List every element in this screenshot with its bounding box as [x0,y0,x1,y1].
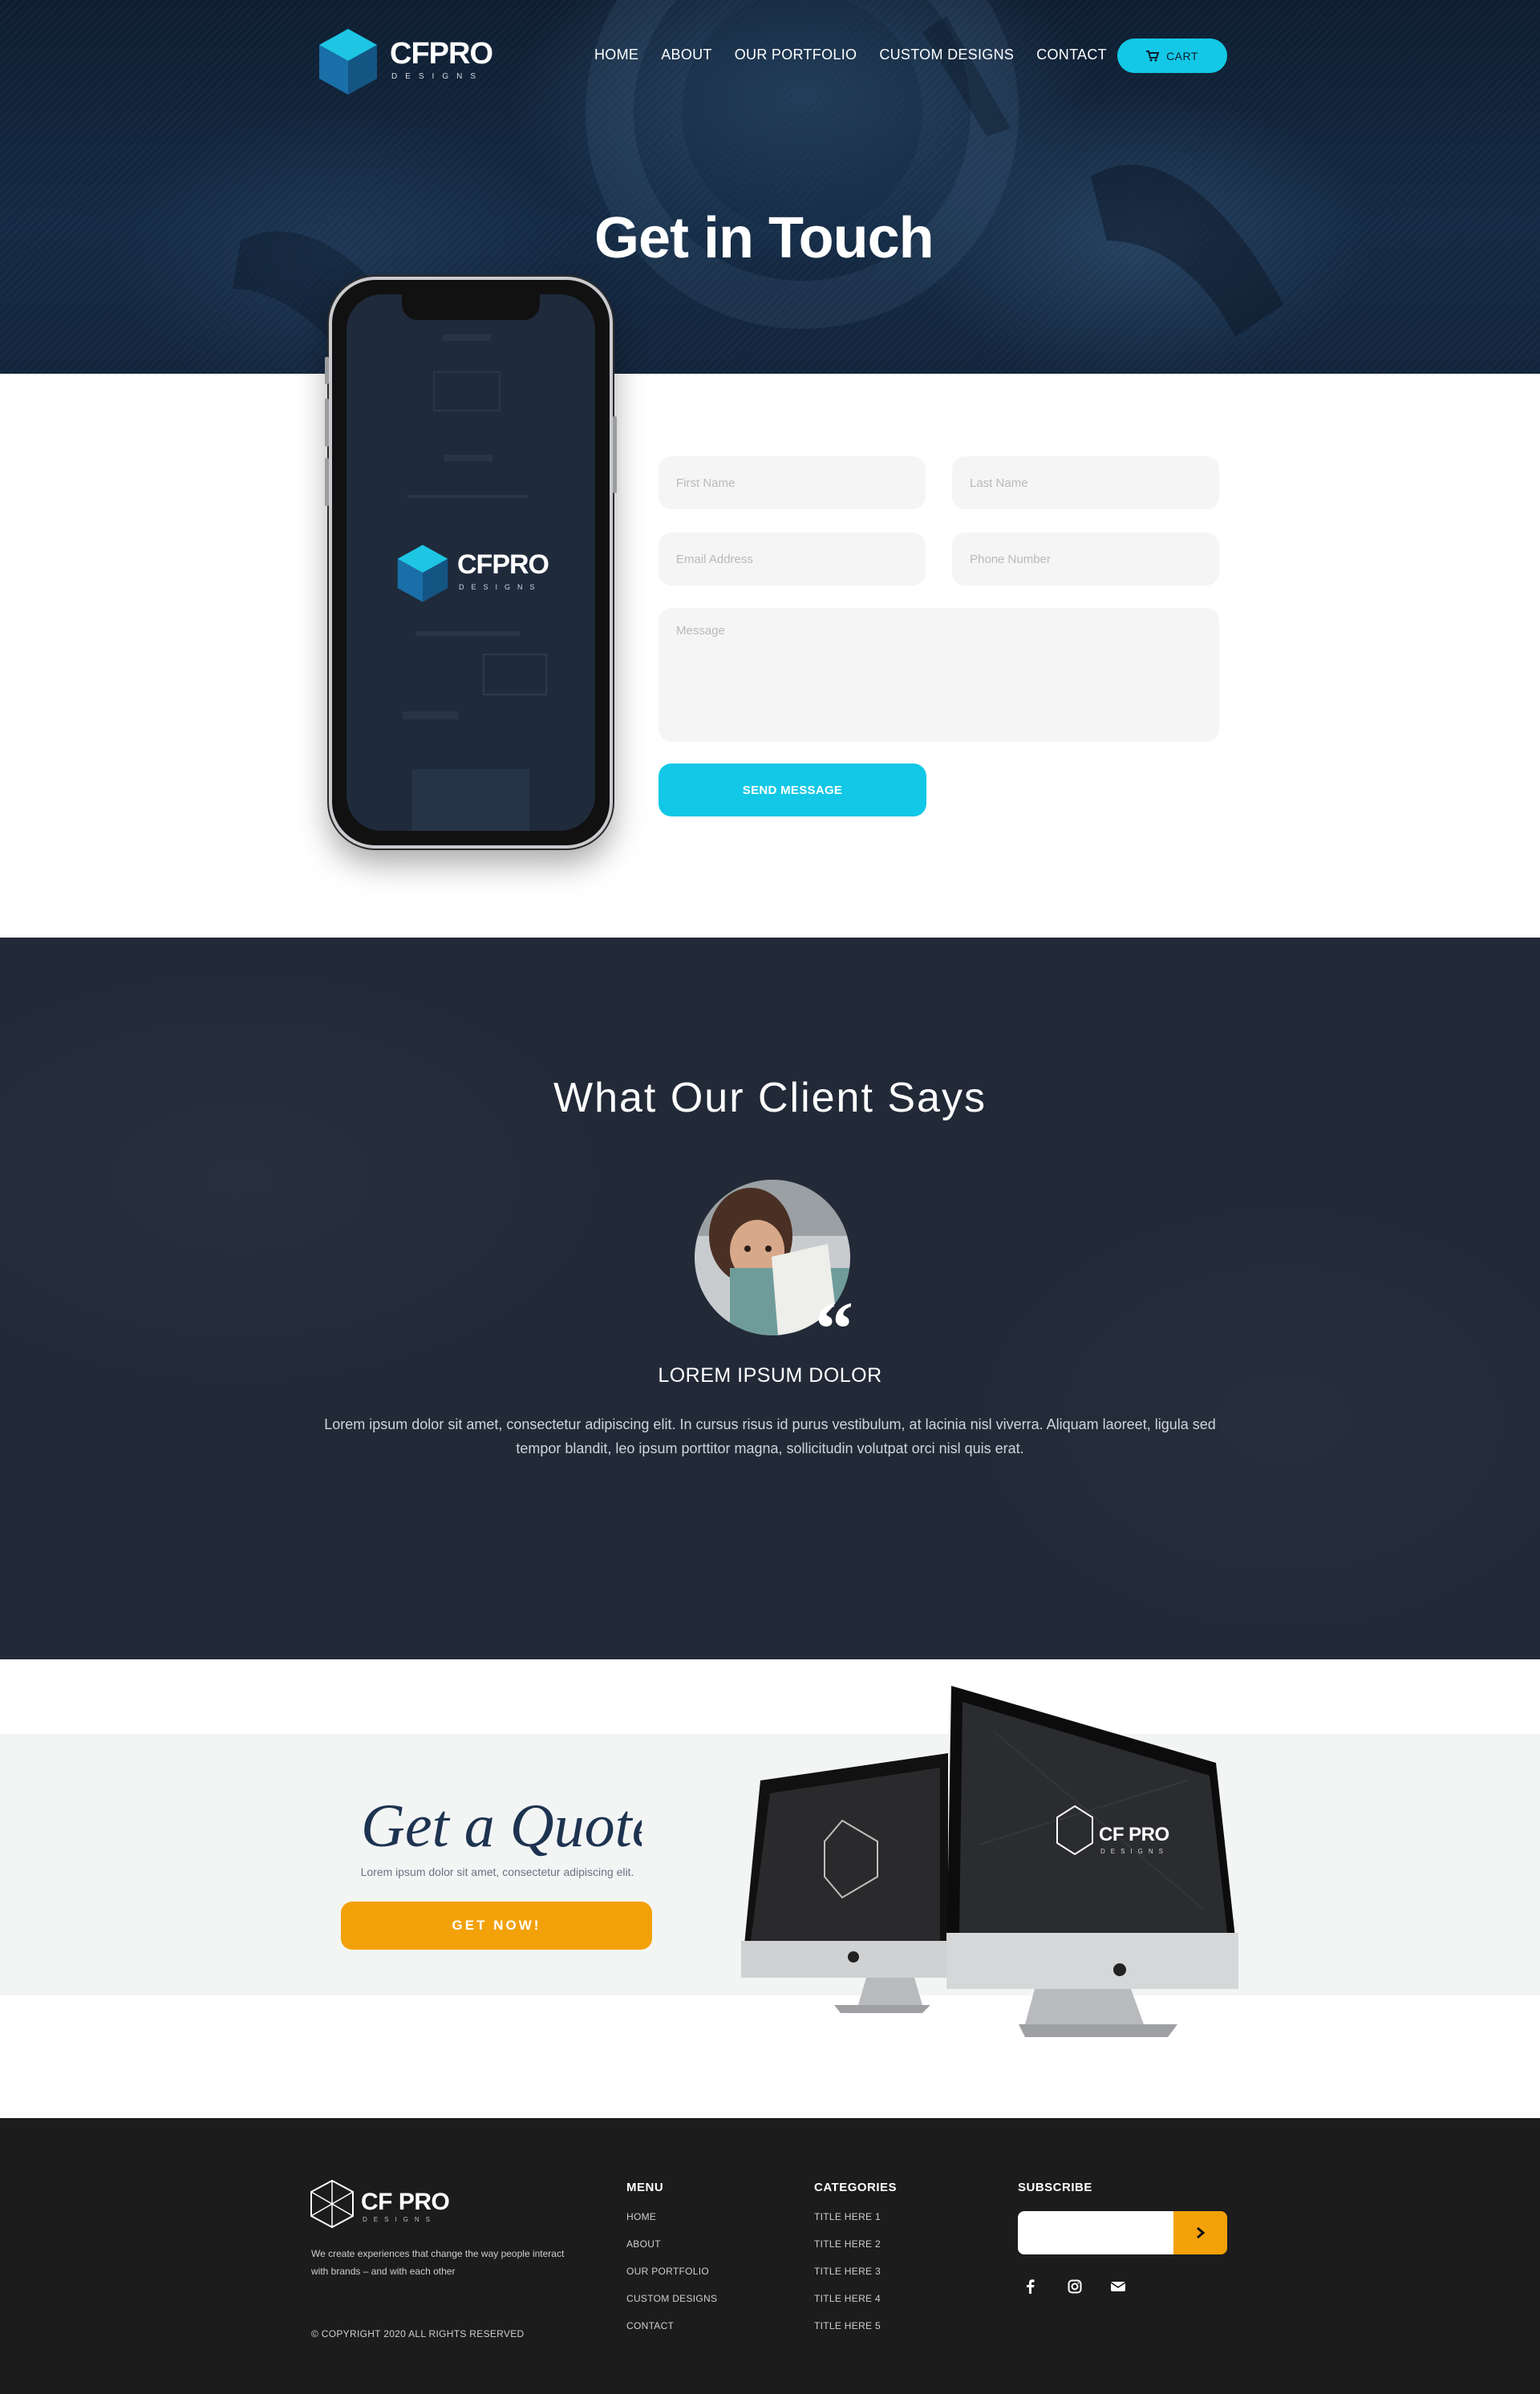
monitor-brand-tagline: DESIGNS [1100,1848,1169,1855]
subscribe-email-input[interactable] [1018,2211,1173,2254]
cart-icon [1146,50,1160,61]
message-field[interactable] [659,608,1219,742]
chevron-right-icon [1196,2226,1205,2239]
phone-volume-up [325,399,329,447]
phone-screen: CFPRO DESIGNS [346,294,595,831]
footer-description: We create experiences that change the wa… [311,2248,565,2277]
footer-menu-home[interactable]: HOME [626,2211,717,2238]
screen-ghost-image [412,769,529,831]
screen-ghost-bar [403,711,459,719]
email-link[interactable] [1107,2275,1129,2298]
nav-our-portfolio[interactable]: OUR PORTFOLIO [735,47,857,63]
monitor-brand-name: CF PRO [1099,1824,1169,1845]
footer-menu-heading: MENU [626,2181,664,2194]
first-name-field[interactable] [659,456,926,509]
nav-home[interactable]: HOME [594,47,638,63]
nav-contact[interactable]: CONTACT [1036,47,1107,63]
footer-brand-tagline: DESIGNS [363,2216,437,2223]
screen-ghost-line [407,495,528,498]
testimonial-section: What Our Client Says “ LOREM IPSUM DOLOR… [0,938,1540,1659]
footer-menu-about[interactable]: ABOUT [626,2238,717,2266]
phone-power-button [613,416,617,493]
phone-volume-down [325,458,329,506]
brand-tagline: DESIGNS [391,72,484,81]
footer-menu-list: HOME ABOUT OUR PORTFOLIO CUSTOM DESIGNS … [626,2211,717,2347]
brand-logo[interactable]: CFPRO DESIGNS [318,27,510,99]
facebook-icon [1027,2279,1035,2294]
footer-category-item[interactable]: TITLE HERE 5 [814,2320,881,2347]
phone-mockup: CFPRO DESIGNS [325,277,617,849]
brand-name: CFPRO [390,37,493,71]
footer-menu-our-portfolio[interactable]: OUR PORTFOLIO [626,2266,717,2293]
svg-text:Get a Quote: Get a Quote [361,1792,642,1860]
get-a-quote-heading: Get a Quote [361,1792,642,1860]
phone-side-button [325,357,329,384]
quote-icon: “ [815,1286,853,1371]
client-name: LOREM IPSUM DOLOR [658,1364,882,1387]
footer-category-item[interactable]: TITLE HERE 1 [814,2211,881,2238]
phone-notch [402,294,540,320]
last-name-field[interactable] [952,456,1219,509]
nav-about[interactable]: ABOUT [661,47,712,63]
footer-category-item[interactable]: TITLE HERE 3 [814,2266,881,2293]
cube-logo-icon [397,545,448,602]
testimonial-title: What Our Client Says [553,1075,987,1121]
footer-subscribe-heading: SUBSCRIBE [1018,2181,1092,2194]
send-message-button[interactable]: SEND MESSAGE [659,764,926,816]
phone-brand-name: CFPRO [457,549,549,580]
site-footer: CF PRO DESIGNS We create experiences tha… [0,2118,1540,2394]
phone-brand-tagline: DESIGNS [459,583,542,591]
cart-button[interactable]: CART [1117,38,1227,73]
footer-menu-custom-designs[interactable]: CUSTOM DESIGNS [626,2293,717,2320]
footer-categories-heading: CATEGORIES [814,2181,898,2194]
screen-ghost-bar [443,334,491,341]
copyright-text: © COPYRIGHT 2020 ALL RIGHTS RESERVED [311,2328,525,2339]
phone-field[interactable] [952,533,1219,585]
footer-menu-contact[interactable]: CONTACT [626,2320,717,2347]
get-now-button[interactable]: GET NOW! [341,1902,652,1950]
email-field[interactable] [659,533,926,585]
instagram-link[interactable] [1064,2275,1086,2298]
footer-category-item[interactable]: TITLE HERE 2 [814,2238,881,2266]
footer-logo-icon [310,2179,354,2229]
testimonial-text: Lorem ipsum dolor sit amet, consectetur … [324,1416,1216,1456]
quote-subtitle: Lorem ipsum dolor sit amet, consectetur … [360,1865,634,1878]
subscribe-button[interactable] [1173,2211,1227,2254]
nav-custom-designs[interactable]: CUSTOM DESIGNS [879,47,1014,63]
instagram-icon [1068,2279,1082,2294]
page-title: Get in Touch [594,206,934,271]
quote-section [0,1734,1540,1995]
main-nav: HOME ABOUT OUR PORTFOLIO CUSTOM DESIGNS … [594,47,1129,63]
hero-section: CFPRO DESIGNS HOME ABOUT OUR PORTFOLIO C… [0,0,1540,374]
facebook-link[interactable] [1019,2275,1041,2298]
envelope-icon [1110,2282,1126,2291]
cube-logo-icon [319,29,377,95]
cart-label: CART [1166,49,1198,63]
footer-category-item[interactable]: TITLE HERE 4 [814,2293,881,2320]
footer-brand-name: CF PRO [361,2189,450,2215]
screen-ghost-frame [433,371,500,411]
screen-ghost-bar [444,455,492,461]
footer-categories-list: TITLE HERE 1 TITLE HERE 2 TITLE HERE 3 T… [814,2211,881,2347]
screen-ghost-frame [483,654,547,695]
screen-ghost-line [415,631,520,636]
